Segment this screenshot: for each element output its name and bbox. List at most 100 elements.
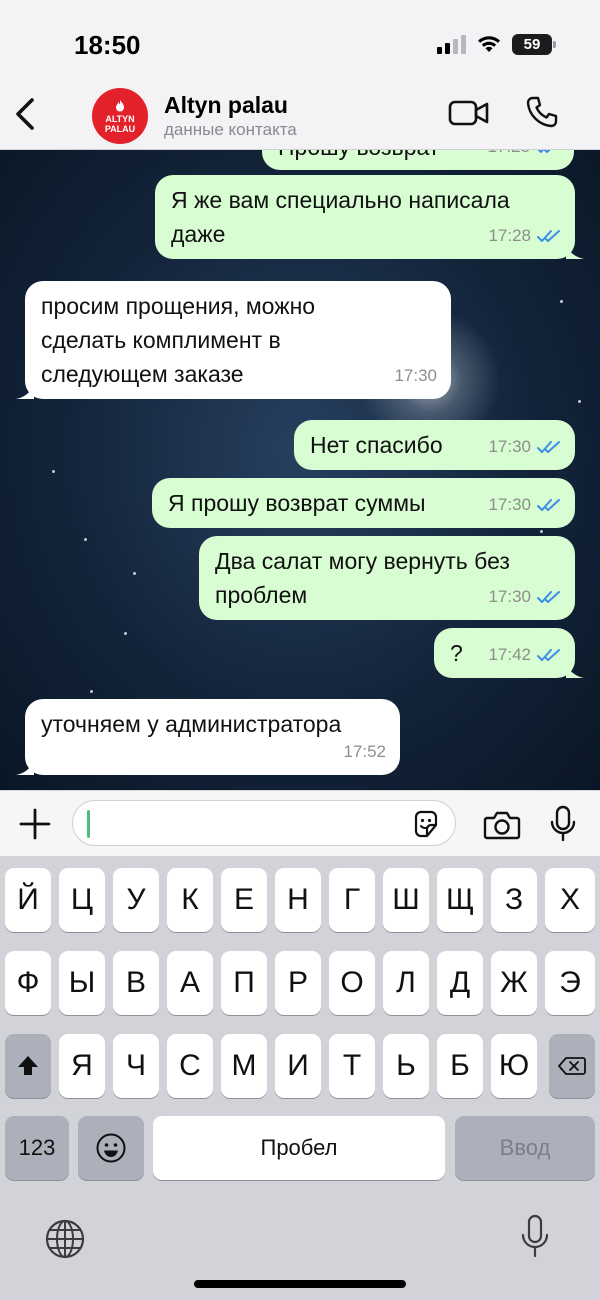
return-key[interactable]: Ввод <box>455 1116 595 1180</box>
text-caret <box>87 810 90 838</box>
video-call-icon[interactable] <box>448 98 490 128</box>
key-letter[interactable]: Д <box>437 951 483 1015</box>
read-receipt-icon <box>537 230 560 242</box>
bubble-tail <box>566 243 584 259</box>
status-time: 18:50 <box>74 30 141 60</box>
bubble-tail <box>566 662 584 678</box>
key-letter[interactable]: Ш <box>383 868 429 932</box>
space-key[interactable]: Пробел <box>153 1116 445 1180</box>
message-bubble-outgoing[interactable]: Я прошу возврат суммы 17:30 <box>152 478 575 528</box>
key-letter[interactable]: Ь <box>383 1034 429 1098</box>
message-meta: 17:30 <box>488 580 561 614</box>
message-meta: 17:28 <box>488 219 561 253</box>
message-bubble-outgoing[interactable]: Прошу возврат 17:28 <box>262 150 574 170</box>
chat-area[interactable]: Прошу возврат 17:28 Я же вам специально … <box>0 150 600 790</box>
message-time: 17:30 <box>488 437 531 456</box>
key-letter[interactable]: Ц <box>59 868 105 932</box>
contact-name[interactable]: Altyn palau <box>164 92 288 119</box>
read-receipt-icon <box>537 441 560 453</box>
emoji-icon <box>96 1133 126 1163</box>
emoji-key[interactable] <box>78 1116 144 1180</box>
message-time: 17:52 <box>343 742 386 761</box>
message-meta: 17:30 <box>488 430 561 464</box>
key-letter[interactable]: К <box>167 868 213 932</box>
key-letter[interactable]: Ж <box>491 951 537 1015</box>
key-letter[interactable]: О <box>329 951 375 1015</box>
message-bubble-outgoing[interactable]: Два салат могу вернуть без проблем 17:30 <box>199 536 575 620</box>
message-bubble-outgoing[interactable]: Нет спасибо 17:30 <box>294 420 575 470</box>
key-letter[interactable]: Я <box>59 1034 105 1098</box>
attach-plus-icon[interactable] <box>18 807 52 841</box>
key-letter[interactable]: Х <box>545 868 595 932</box>
key-letter[interactable]: У <box>113 868 159 932</box>
message-text: ? <box>450 640 463 666</box>
key-letter[interactable]: Н <box>275 868 321 932</box>
backspace-icon <box>558 1057 586 1075</box>
read-receipt-icon <box>537 499 560 511</box>
key-letter[interactable]: Й <box>5 868 51 932</box>
key-letter[interactable]: Б <box>437 1034 483 1098</box>
message-time: 17:30 <box>488 587 531 606</box>
status-icons: 59 <box>437 32 556 56</box>
message-meta: 17:30 <box>394 359 437 393</box>
message-text: уточняем у администратора <box>41 711 342 737</box>
key-letter[interactable]: А <box>167 951 213 1015</box>
read-receipt-icon <box>537 150 551 153</box>
message-bubble-outgoing[interactable]: ? 17:42 <box>434 628 584 678</box>
key-letter[interactable]: Ч <box>113 1034 159 1098</box>
read-receipt-icon <box>537 649 560 661</box>
key-letter[interactable]: Л <box>383 951 429 1015</box>
bubble-tail <box>16 383 34 399</box>
message-bubble-incoming[interactable]: просим прощения, можно сделать комплимен… <box>16 281 451 399</box>
globe-icon[interactable] <box>44 1218 86 1260</box>
camera-icon[interactable] <box>483 809 521 841</box>
key-letter[interactable]: Т <box>329 1034 375 1098</box>
key-letter[interactable]: Е <box>221 868 267 932</box>
back-arrow-icon[interactable] <box>10 94 40 134</box>
message-meta: 17:28 <box>487 150 560 164</box>
message-meta: 17:30 <box>488 488 561 522</box>
microphone-icon[interactable] <box>548 805 578 843</box>
key-letter[interactable]: П <box>221 951 267 1015</box>
message-text: Нет спасибо <box>310 432 443 458</box>
backspace-key[interactable] <box>549 1034 595 1098</box>
message-bubble-outgoing[interactable]: Я же вам специально написала даже 17:28 <box>155 175 584 259</box>
message-time: 17:28 <box>487 150 530 164</box>
key-letter[interactable]: Э <box>545 951 595 1015</box>
key-letter[interactable]: Щ <box>437 868 483 932</box>
dictation-microphone-icon[interactable] <box>518 1214 552 1260</box>
avatar-text-line2: PALAU <box>104 123 136 134</box>
bubble-tail <box>16 759 34 775</box>
message-time: 17:42 <box>488 645 531 664</box>
top-bar: 18:50 59 ALTYN PALAU Altyn palau данные … <box>0 0 600 150</box>
message-meta: 17:42 <box>488 638 561 672</box>
numbers-key[interactable]: 123 <box>5 1116 69 1180</box>
key-letter[interactable]: И <box>275 1034 321 1098</box>
message-bubble-incoming[interactable]: уточняем у администратора 17:52 <box>16 699 400 775</box>
avatar-text-line1: ALTYN <box>105 113 135 124</box>
key-letter[interactable]: Ы <box>59 951 105 1015</box>
home-indicator[interactable] <box>194 1280 406 1288</box>
message-text: просим прощения, можно сделать комплимен… <box>41 293 316 387</box>
battery-indicator: 59 <box>512 33 556 55</box>
key-letter[interactable]: Ф <box>5 951 51 1015</box>
phone-call-icon[interactable] <box>525 95 559 129</box>
contact-info-link[interactable]: данные контакта <box>164 120 297 140</box>
message-text: Прошу возврат <box>278 150 439 164</box>
key-letter[interactable]: Р <box>275 951 321 1015</box>
shift-arrow-icon <box>18 1056 38 1075</box>
key-letter[interactable]: Ю <box>491 1034 537 1098</box>
key-letter[interactable]: М <box>221 1034 267 1098</box>
sticker-icon[interactable] <box>411 809 441 839</box>
contact-avatar[interactable]: ALTYN PALAU <box>92 88 148 144</box>
key-letter[interactable]: Г <box>329 868 375 932</box>
message-text: Я прошу возврат суммы <box>168 490 426 516</box>
keyboard: Й Ц У К Е Н Г Ш Щ З Х Ф Ы В А П Р О Л Д … <box>0 856 600 1300</box>
message-input[interactable] <box>72 800 456 846</box>
message-time: 17:28 <box>488 226 531 245</box>
key-letter[interactable]: С <box>167 1034 213 1098</box>
key-letter[interactable]: З <box>491 868 537 932</box>
cellular-signal-icon <box>437 34 466 54</box>
key-letter[interactable]: В <box>113 951 159 1015</box>
shift-key[interactable] <box>5 1034 51 1098</box>
